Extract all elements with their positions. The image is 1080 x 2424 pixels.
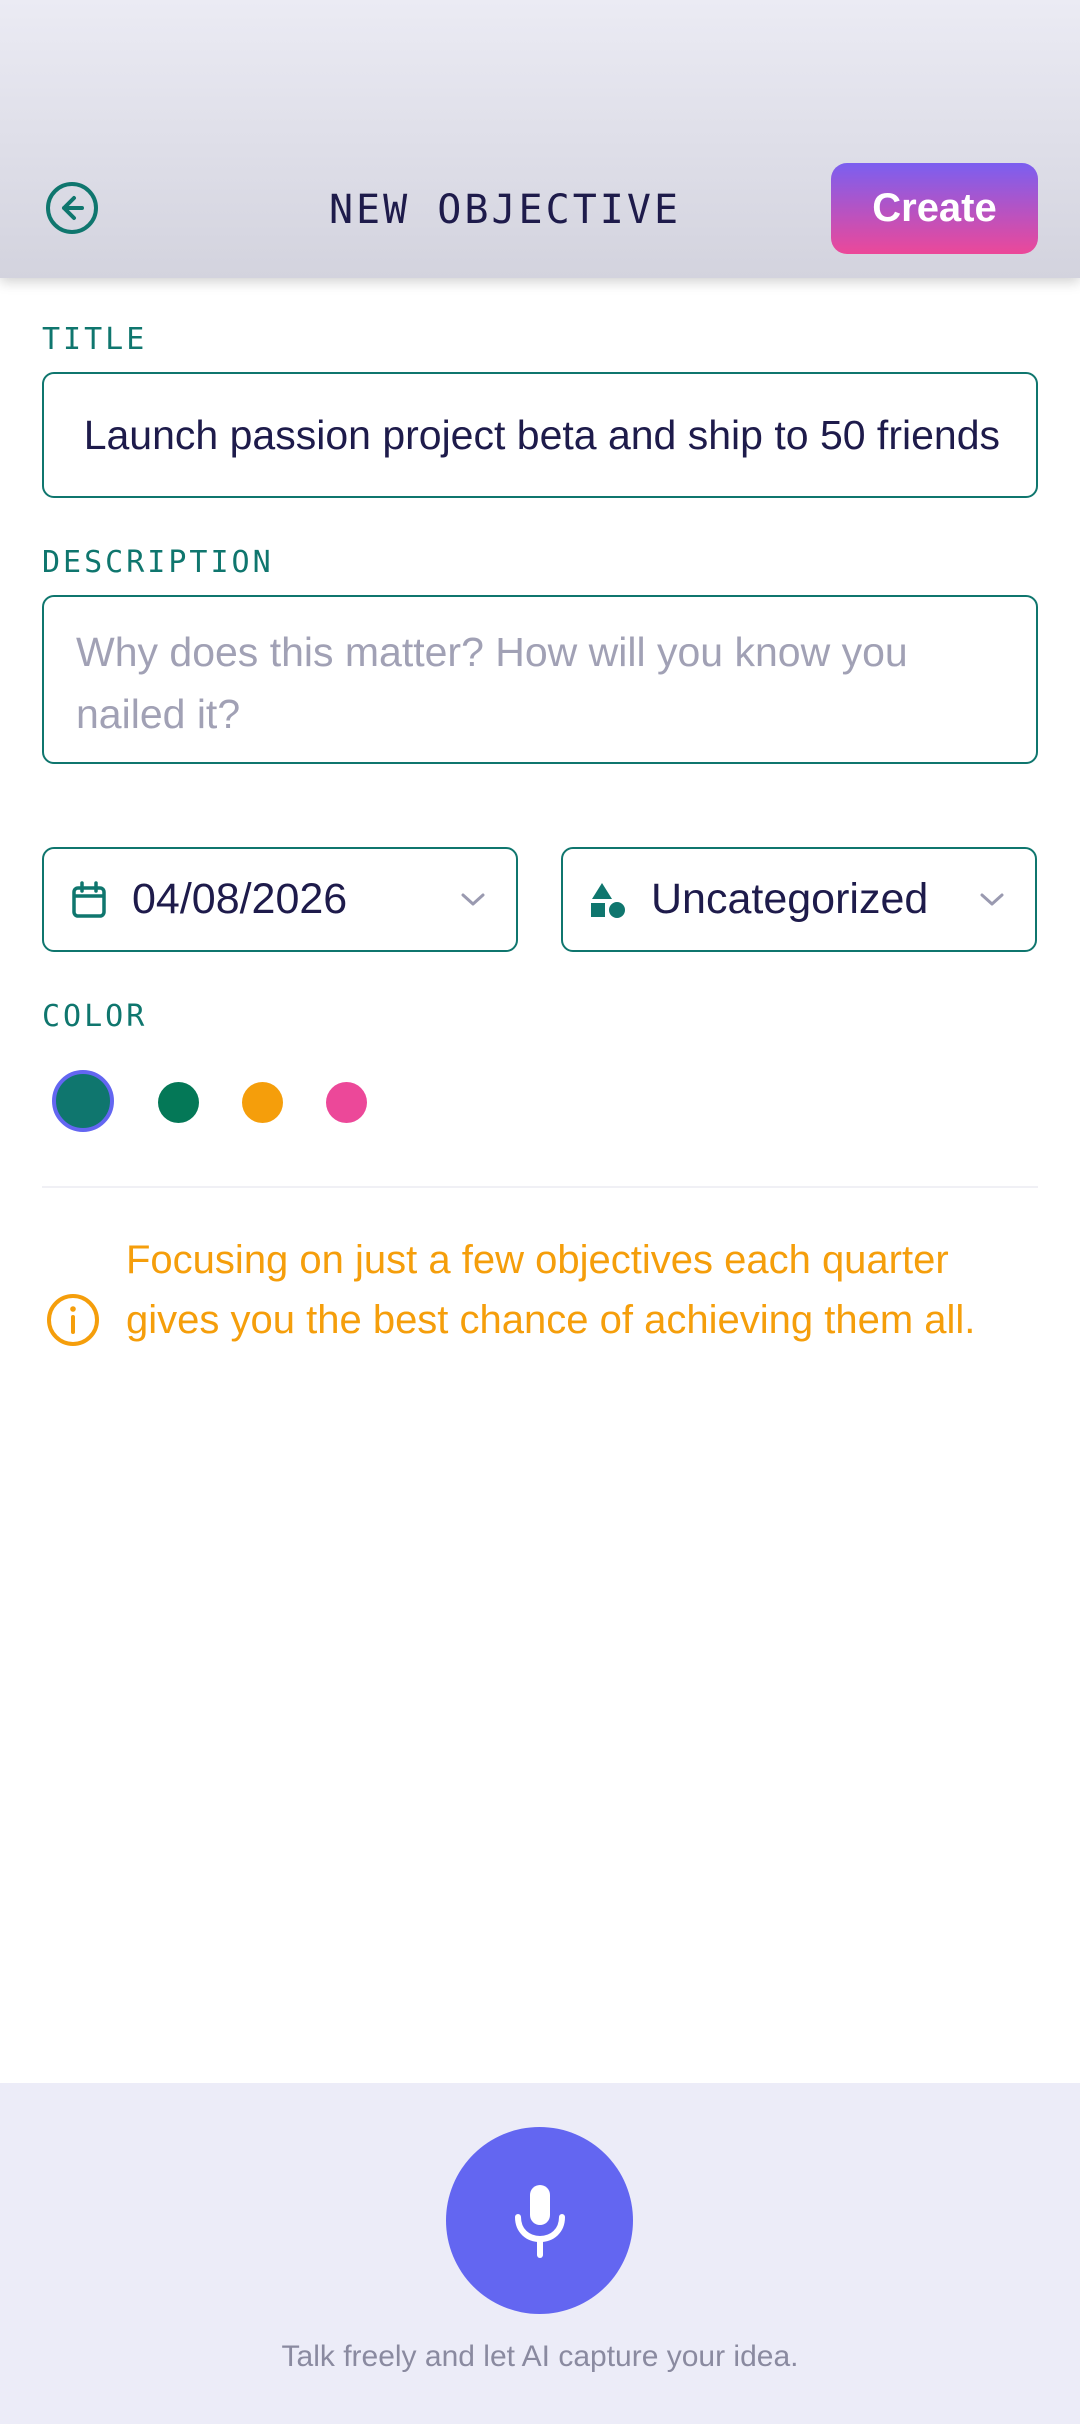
color-swatch-teal[interactable] xyxy=(52,1070,114,1132)
description-label: DESCRIPTION xyxy=(42,545,274,580)
color-label: COLOR xyxy=(42,999,148,1034)
microphone-icon xyxy=(514,2184,565,2258)
category-select[interactable]: Uncategorized xyxy=(561,847,1037,952)
chevron-down-icon xyxy=(458,885,488,915)
back-button[interactable] xyxy=(42,178,102,238)
microphone-button[interactable] xyxy=(446,2127,633,2314)
color-swatch-pink[interactable] xyxy=(326,1082,367,1123)
chevron-down-icon xyxy=(977,885,1007,915)
calendar-icon xyxy=(68,879,110,921)
title-input[interactable]: Launch passion project beta and ship to … xyxy=(42,372,1038,498)
create-button[interactable]: Create xyxy=(831,163,1038,254)
color-swatch-green[interactable] xyxy=(158,1082,199,1123)
app-header: NEW OBJECTIVE Create xyxy=(0,0,1080,278)
description-placeholder: Why does this matter? How will you know … xyxy=(76,629,908,737)
footer-hint: Talk freely and let AI capture your idea… xyxy=(281,2340,799,2373)
divider xyxy=(42,1186,1038,1188)
title-label: TITLE xyxy=(42,322,148,357)
description-input[interactable]: Why does this matter? How will you know … xyxy=(42,595,1038,764)
color-swatch-amber[interactable] xyxy=(242,1082,283,1123)
arrow-left-circle-icon xyxy=(46,182,98,234)
shapes-icon xyxy=(587,879,629,921)
title-input-value: Launch passion project beta and ship to … xyxy=(83,412,1000,458)
date-picker[interactable]: 04/08/2026 xyxy=(42,847,518,952)
category-value: Uncategorized xyxy=(651,875,929,923)
info-circle-icon xyxy=(47,1294,99,1346)
tip-text: Focusing on just a few objectives each q… xyxy=(126,1238,976,1342)
date-value: 04/08/2026 xyxy=(132,875,348,923)
page-title: NEW OBJECTIVE xyxy=(328,187,682,233)
